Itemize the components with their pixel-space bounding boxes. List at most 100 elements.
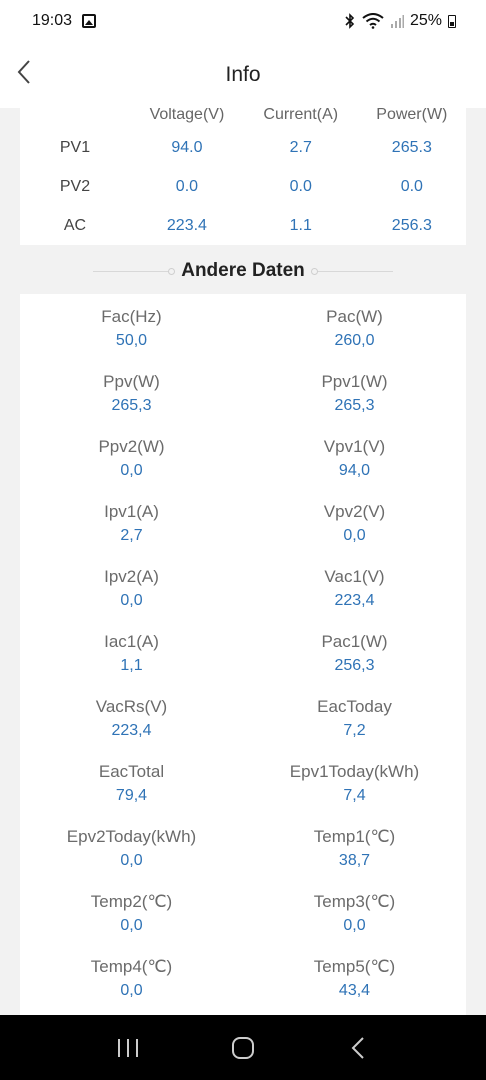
- data-cell: Pac1(W) 256,3: [243, 631, 466, 696]
- pv-table: Voltage(V) Current(A) Power(W) PV1 94.0 …: [20, 108, 466, 245]
- back-button[interactable]: [12, 56, 36, 88]
- row-value: 0.0: [289, 177, 312, 195]
- row-value: 256.3: [391, 216, 432, 234]
- data-cell-value: 0,0: [120, 592, 143, 609]
- data-cell-value: 223,4: [111, 722, 152, 739]
- table-row: PV1 94.0 2.7 265.3: [20, 128, 466, 167]
- section-title: Andere Daten: [181, 260, 305, 281]
- data-cell: Temp4(℃) 0,0: [20, 956, 243, 1015]
- data-cell: Vpv1(V) 94,0: [243, 436, 466, 501]
- data-cell: Vac1(V) 223,4: [243, 566, 466, 631]
- data-cell-value: 0,0: [343, 917, 366, 934]
- data-cell: Temp1(℃) 38,7: [243, 826, 466, 891]
- pv-table-header-empty: [20, 108, 130, 128]
- data-cell-label: Ppv1(W): [321, 372, 388, 391]
- data-cell-label: VacRs(V): [95, 697, 168, 716]
- section-header: Andere Daten: [0, 248, 486, 294]
- data-cell-value: 2,7: [120, 527, 143, 544]
- row-label: PV2: [59, 177, 91, 195]
- data-cell: Epv2Today(kWh) 0,0: [20, 826, 243, 891]
- data-cell-label: Ppv2(W): [98, 437, 165, 456]
- battery-percentage: 25%: [409, 12, 442, 29]
- signal-icon: [390, 15, 404, 28]
- battery-icon: [448, 14, 456, 28]
- data-cell: Ppv1(W) 265,3: [243, 371, 466, 436]
- gallery-notification-icon: [82, 14, 97, 28]
- data-cell-value: 0,0: [120, 462, 143, 479]
- data-cell: EacToday 7,2: [243, 696, 466, 761]
- data-cell: Epv1Today(kWh) 7,4: [243, 761, 466, 826]
- data-cell-label: Iac1(A): [104, 632, 159, 651]
- data-cell-value: 50,0: [115, 332, 148, 349]
- data-cell-value: 38,7: [338, 852, 371, 869]
- data-cell-value: 0,0: [120, 917, 143, 934]
- data-cell-label: Temp4(℃): [90, 957, 173, 976]
- status-left: 19:03: [32, 12, 97, 30]
- data-cell: Fac(Hz) 50,0: [20, 306, 243, 371]
- pv-header-voltage: Voltage(V): [149, 108, 225, 123]
- data-cell-label: EacToday: [317, 697, 392, 716]
- table-row: PV2 0.0 0.0 0.0: [20, 167, 466, 206]
- data-cell-value: 7,2: [343, 722, 366, 739]
- data-cell: Pac(W) 260,0: [243, 306, 466, 371]
- back-icon: [351, 1036, 365, 1059]
- row-value: 0.0: [400, 177, 423, 195]
- data-cell: Ppv2(W) 0,0: [20, 436, 243, 501]
- divider-left: [93, 267, 176, 275]
- data-cell-label: Epv2Today(kWh): [66, 827, 197, 846]
- data-cell-label: Pac(W): [326, 307, 383, 326]
- data-cell-label: Vpv1(V): [323, 437, 386, 456]
- data-cell: Ppv(W) 265,3: [20, 371, 243, 436]
- data-cell-label: Temp3(℃): [313, 892, 396, 911]
- data-cell-value: 79,4: [115, 787, 148, 804]
- data-cell: Temp2(℃) 0,0: [20, 891, 243, 956]
- row-label: PV1: [59, 138, 91, 156]
- data-cell: Temp3(℃) 0,0: [243, 891, 466, 956]
- data-cell-value: 94,0: [338, 462, 371, 479]
- data-cell-label: Temp2(℃): [90, 892, 173, 911]
- bluetooth-icon: [345, 13, 355, 29]
- row-value: 1.1: [289, 216, 312, 234]
- page-title: Info: [225, 63, 261, 86]
- data-cell-label: Vpv2(V): [323, 502, 386, 521]
- data-cell-value: 265,3: [334, 397, 375, 414]
- data-cell-label: Vac1(V): [324, 567, 385, 586]
- chevron-left-icon: [17, 60, 30, 84]
- recent-apps-button[interactable]: [106, 1026, 150, 1070]
- data-cell-label: Temp1(℃): [313, 827, 396, 846]
- data-cell: Ipv2(A) 0,0: [20, 566, 243, 631]
- status-right: 25%: [344, 12, 456, 30]
- data-cell-value: 1,1: [120, 657, 143, 674]
- data-cell-value: 0,0: [343, 527, 366, 544]
- row-value: 2.7: [289, 138, 312, 156]
- data-cell-label: Pac1(W): [321, 632, 388, 651]
- data-cell-value: 256,3: [334, 657, 375, 674]
- system-nav-bar: [0, 1015, 486, 1080]
- pv-table-card: Voltage(V) Current(A) Power(W) PV1 94.0 …: [20, 108, 466, 245]
- data-cell: Vpv2(V) 0,0: [243, 501, 466, 566]
- data-cell-value: 7,4: [343, 787, 366, 804]
- other-data-grid: Fac(Hz) 50,0 Pac(W) 260,0 Ppv(W) 265,3 Ppv1(W)…: [20, 294, 466, 1015]
- home-icon: [231, 1036, 254, 1059]
- nav-back-button[interactable]: [336, 1026, 380, 1070]
- pv-header-power: Power(W): [376, 108, 448, 123]
- data-cell-value: 0,0: [120, 852, 143, 869]
- home-button[interactable]: [221, 1026, 265, 1070]
- app-bar: Info: [0, 42, 486, 108]
- data-cell: VacRs(V) 223,4: [20, 696, 243, 761]
- content-scroll-area[interactable]: Voltage(V) Current(A) Power(W) PV1 94.0 …: [0, 108, 486, 1015]
- data-cell-label: Ipv2(A): [104, 567, 159, 586]
- table-row: AC 223.4 1.1 256.3: [20, 206, 466, 245]
- data-cell-label: Ppv(W): [103, 372, 160, 391]
- other-data-card: Fac(Hz) 50,0 Pac(W) 260,0 Ppv(W) 265,3 Ppv1(W)…: [20, 294, 466, 1015]
- row-value: 0.0: [175, 177, 199, 195]
- data-cell-label: EacTotal: [98, 762, 165, 781]
- pv-header-current: Current(A): [263, 108, 339, 123]
- row-value: 265.3: [391, 138, 432, 156]
- data-cell-label: Ipv1(A): [104, 502, 159, 521]
- status-time: 19:03: [32, 12, 73, 29]
- data-cell: EacTotal 79,4: [20, 761, 243, 826]
- row-value: 223.4: [166, 216, 207, 234]
- row-value: 94.0: [171, 138, 203, 156]
- data-cell-value: 260,0: [334, 332, 375, 349]
